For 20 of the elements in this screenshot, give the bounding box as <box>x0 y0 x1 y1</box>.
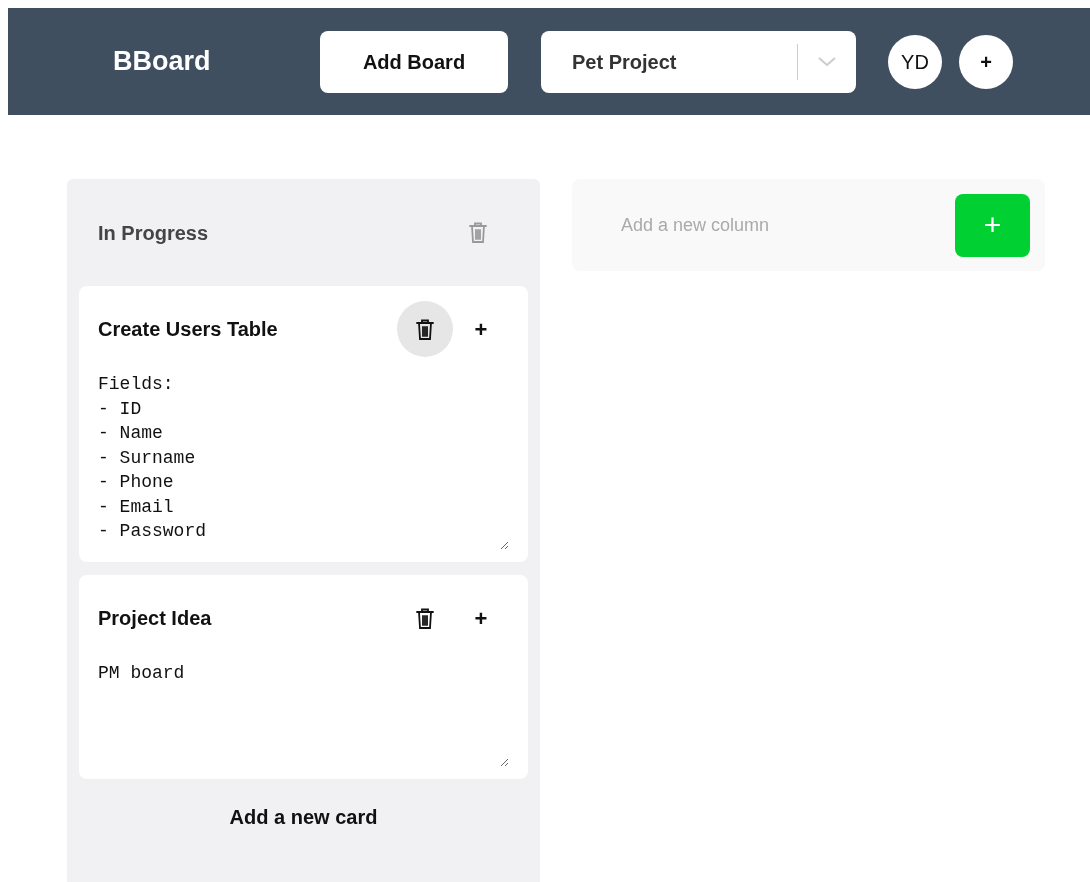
card-title: Project Idea <box>98 606 212 631</box>
add-member-button[interactable]: + <box>959 34 1013 89</box>
column-title: In Progress <box>98 220 209 246</box>
add-board-button[interactable]: Add Board <box>320 30 508 93</box>
trash-icon <box>468 221 488 244</box>
trash-icon <box>415 317 435 341</box>
add-card-button[interactable]: Add a new card <box>223 801 384 833</box>
add-button[interactable]: + <box>453 598 509 638</box>
card-description-field[interactable]: PM board <box>98 661 509 767</box>
card-description-field[interactable]: Fields: - ID - Name - Surname - Phone - Email - Password <box>98 372 509 550</box>
add-button[interactable]: + <box>453 309 509 349</box>
task-card[interactable]: Create Users Table + Fields: - ID - Name - Surname - Phone - Email - Password <box>79 286 528 562</box>
avatar[interactable]: YD <box>888 34 942 89</box>
logo: BBoard <box>113 45 212 79</box>
chevron-down-icon <box>818 56 836 67</box>
card-title: Create Users Table <box>98 317 278 342</box>
delete-card-button[interactable] <box>397 301 453 357</box>
board-select[interactable]: Pet Project <box>541 30 856 93</box>
task-card[interactable]: Project Idea + PM board <box>79 575 528 779</box>
trash-icon <box>415 606 435 630</box>
